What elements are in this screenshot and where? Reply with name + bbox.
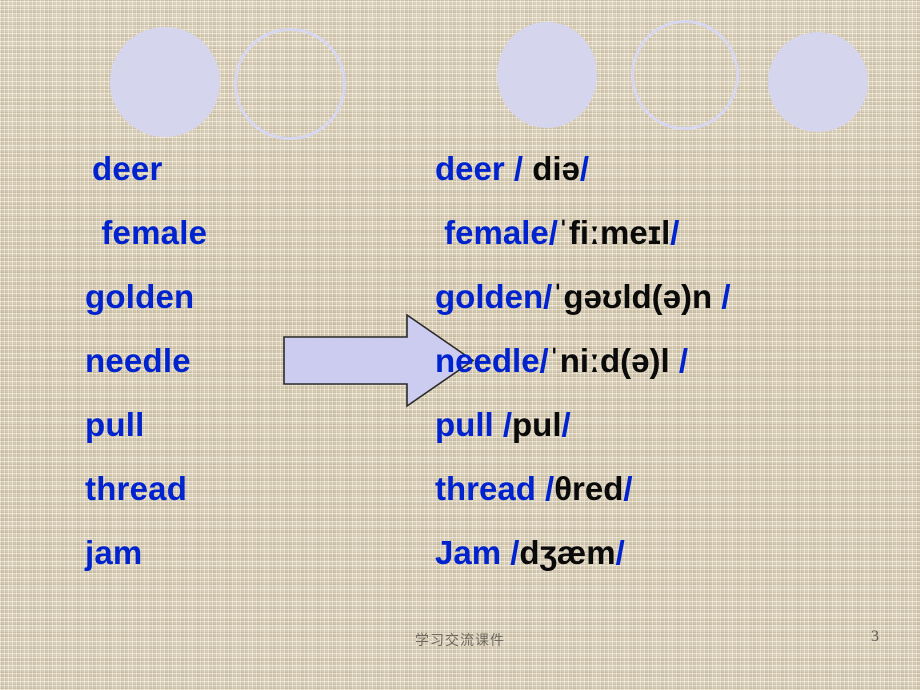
vocab-pronunciation: deer / diə/ [425, 150, 920, 188]
vocab-word: thread [85, 470, 188, 507]
vocab-word: golden [85, 278, 195, 315]
vocab-word: deer [92, 150, 163, 187]
decorative-circle-filled [497, 22, 597, 128]
table-row: golden golden/ˈgəʊld(ə)n / [0, 278, 920, 342]
pron-close-slash: / [561, 406, 571, 443]
decorative-circle-filled [768, 32, 868, 132]
vocab-pronunciation: Jam /dʒæm/ [425, 534, 920, 572]
table-row: pull pull /pul/ [0, 406, 920, 470]
table-row: needle needle/ˈniːd(ə)l / [0, 342, 920, 406]
table-row: female female/ˈfiːmeɪl/ [0, 214, 920, 278]
vocab-word: pull [85, 406, 145, 443]
vocab-pronunciation: needle/ˈniːd(ə)l / [425, 342, 920, 380]
decorative-circle-outline [631, 20, 739, 130]
decorative-circle-outline [234, 28, 346, 140]
vocab-pronunciation: golden/ˈgəʊld(ə)n / [425, 278, 920, 316]
footer-note: 学习交流课件 [415, 633, 505, 649]
vocab-word: female [92, 214, 208, 251]
pron-ipa: pul [512, 406, 562, 443]
pron-ipa: ˈfiːmeɪl [557, 214, 671, 251]
decorative-circle-filled [110, 27, 220, 137]
page-number: 3 [871, 628, 879, 645]
pron-ipa: ˈniːd(ə)l [548, 342, 679, 379]
vocab-pronunciation: pull /pul/ [425, 406, 920, 444]
pron-close-slash: / [678, 342, 689, 379]
pron-open-slash: / [501, 534, 520, 571]
pron-open-slash: / [543, 278, 553, 315]
pron-open-slash: / [535, 470, 555, 507]
vocab-pronunciation: female/ˈfiːmeɪl/ [425, 214, 920, 252]
pron-word: deer [435, 150, 505, 187]
pron-close-slash: / [579, 150, 590, 187]
pron-open-slash: / [493, 406, 512, 443]
pron-word: thread [435, 470, 536, 507]
pron-word: Jam [435, 534, 502, 571]
pron-word: pull [435, 406, 494, 443]
pron-word: needle [435, 342, 540, 379]
table-row: deer deer / diə/ [0, 150, 920, 214]
pron-ipa: diə [532, 150, 580, 187]
vocabulary-table: deer deer / diə/ female female/ˈfiːmeɪl/… [0, 150, 920, 598]
pron-open-slash: / [504, 150, 533, 187]
pron-close-slash: / [615, 534, 625, 571]
slide-canvas: deer deer / diə/ female female/ˈfiːmeɪl/… [0, 0, 920, 690]
pron-ipa: θred [554, 470, 624, 507]
vocab-word: jam [85, 534, 143, 571]
pron-ipa: dʒæm [519, 534, 616, 571]
vocab-word: needle [85, 342, 191, 379]
pron-close-slash: / [670, 214, 680, 251]
pron-word: golden [435, 278, 544, 315]
pron-open-slash: / [539, 342, 549, 379]
table-row: jam Jam /dʒæm/ [0, 534, 920, 598]
pron-word: female [435, 214, 549, 251]
vocab-pronunciation: thread /θred/ [425, 470, 920, 508]
pron-close-slash: / [623, 470, 633, 507]
pron-ipa: ˈgəʊld(ə)n [552, 278, 722, 315]
pron-close-slash: / [721, 278, 731, 315]
table-row: thread thread /θred/ [0, 470, 920, 534]
pron-open-slash: / [548, 214, 558, 251]
